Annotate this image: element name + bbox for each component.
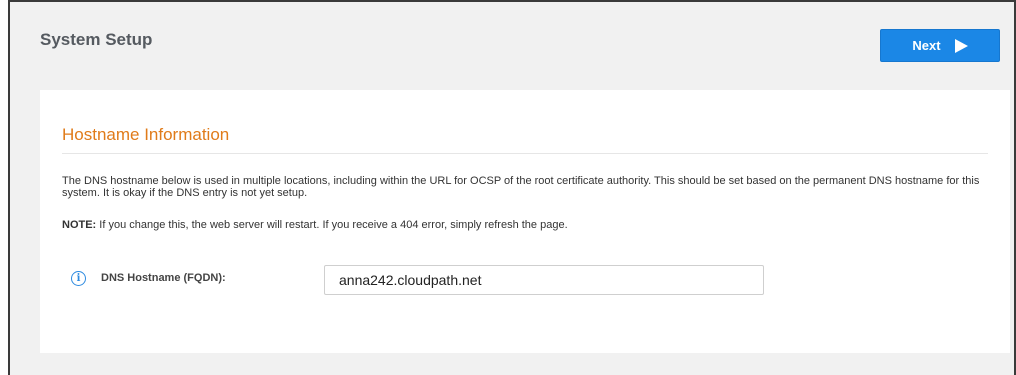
info-icon[interactable]: i (71, 271, 86, 286)
play-icon (954, 38, 968, 53)
dns-hostname-input[interactable] (324, 265, 764, 295)
hostname-panel: Hostname Information The DNS hostname be… (40, 90, 1010, 353)
restart-note: NOTE: If you change this, the web server… (62, 219, 568, 231)
page-title: System Setup (40, 30, 153, 49)
section-divider (62, 153, 988, 154)
section-title: Hostname Information (62, 125, 230, 144)
note-text: If you change this, the web server will … (96, 219, 568, 231)
next-button[interactable]: Next (880, 29, 1000, 62)
next-button-label: Next (912, 38, 941, 53)
section-description: The DNS hostname below is used in multip… (62, 175, 980, 199)
setup-window: System Setup Next Hostname Information T… (8, 0, 1016, 375)
note-prefix: NOTE: (62, 219, 97, 231)
dns-hostname-label: DNS Hostname (FQDN): (101, 272, 226, 284)
